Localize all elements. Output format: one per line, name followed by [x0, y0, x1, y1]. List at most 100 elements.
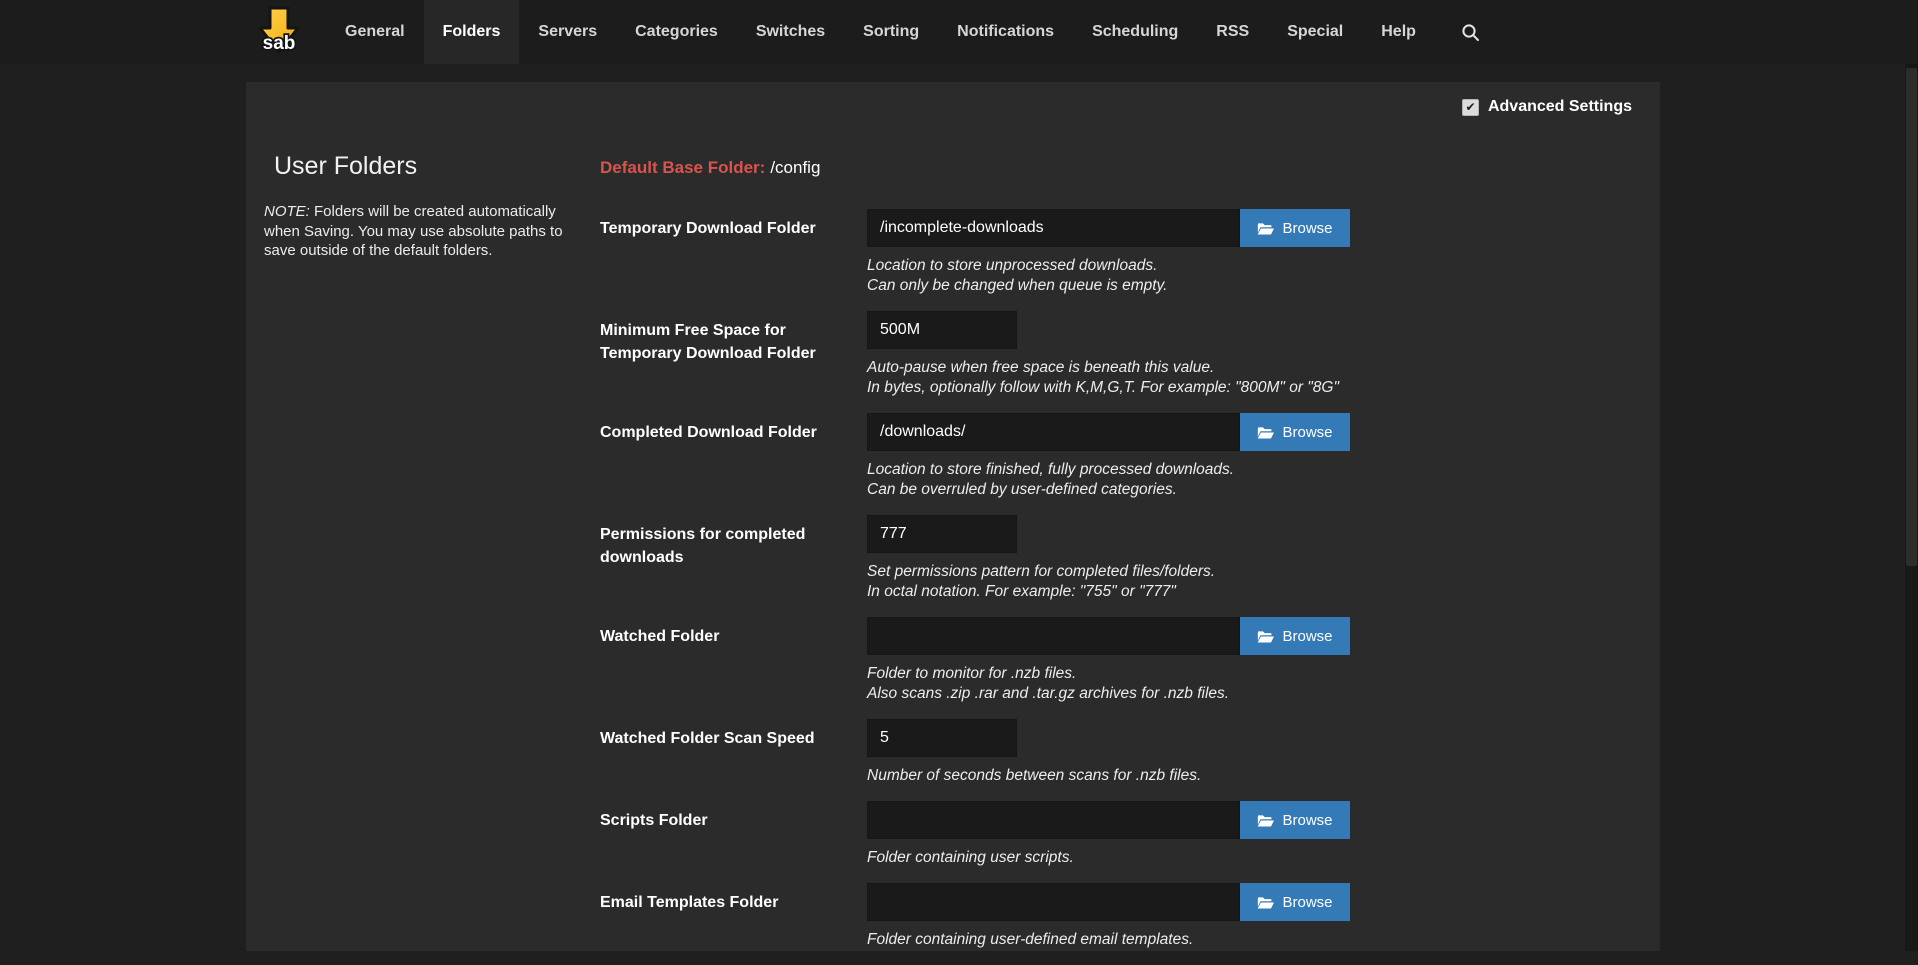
browse-button-label: Browse — [1282, 220, 1332, 237]
field-control: Browse Folder containing user scripts. — [867, 801, 1350, 868]
help-line: Folder containing user-defined email tem… — [867, 930, 1350, 950]
field-help: Auto-pause when free space is beneath th… — [867, 358, 1339, 398]
help-line: Set permissions pattern for completed fi… — [867, 562, 1215, 582]
completed-download-folder-input[interactable] — [867, 413, 1240, 451]
form-row-watched-folder: Watched Folder Browse Folder to monitor fo… — [600, 617, 1620, 704]
section-description: User Folders NOTE: Folders will be creat… — [264, 152, 582, 261]
section-note: NOTE: Folders will be created automatica… — [264, 202, 582, 261]
permissions-for-completed-downloads-input[interactable] — [867, 515, 1017, 553]
search-button[interactable] — [1451, 0, 1491, 64]
field-label: Completed Download Folder — [600, 413, 867, 500]
form-row-completed-download-folder: Completed Download Folder Browse Location … — [600, 413, 1620, 500]
help-line: Folder to monitor for .nzb files. — [867, 664, 1350, 684]
help-line: Also scans .zip .rar and .tar.gz archive… — [867, 684, 1350, 704]
field-label: Watched Folder Scan Speed — [600, 719, 867, 786]
nav-tab-switches[interactable]: Switches — [737, 0, 844, 64]
form-row-scripts-folder: Scripts Folder Browse Folder containing us… — [600, 801, 1620, 868]
help-line: Can only be changed when queue is empty. — [867, 276, 1350, 296]
advanced-settings-label: Advanced Settings — [1488, 98, 1632, 116]
field-help: Folder containing user-defined email tem… — [867, 930, 1350, 950]
browse-button-label: Browse — [1282, 628, 1332, 645]
folder-open-icon — [1257, 895, 1274, 910]
nav-tab-categories[interactable]: Categories — [616, 0, 737, 64]
default-base-folder-value: /config — [770, 158, 820, 177]
field-help: Location to store finished, fully proces… — [867, 460, 1350, 500]
field-control: Browse Location to store finished, fully … — [867, 413, 1350, 500]
field-control: Browse Folder containing user-defined ema… — [867, 883, 1350, 950]
default-base-folder-label: Default Base Folder: — [600, 158, 765, 177]
page-title: User Folders — [274, 152, 572, 180]
field-help: Folder containing user scripts. — [867, 848, 1350, 868]
field-label: Minimum Free Space for Temporary Downloa… — [600, 311, 867, 398]
advanced-settings-toggle: ✔ Advanced Settings — [1462, 98, 1632, 116]
top-navbar: sab GeneralFoldersServersCategoriesSwitc… — [0, 0, 1918, 64]
nav-tab-folders[interactable]: Folders — [424, 0, 520, 64]
field-control: Auto-pause when free space is beneath th… — [867, 311, 1339, 398]
field-help: Set permissions pattern for completed fi… — [867, 562, 1215, 602]
folders-form: Default Base Folder: /config Temporary Do… — [600, 158, 1620, 965]
temporary-download-folder-input[interactable] — [867, 209, 1240, 247]
folder-open-icon — [1257, 425, 1274, 440]
form-row-minimum-free-space-for-temporary-download-folder: Minimum Free Space for Temporary Downloa… — [600, 311, 1620, 398]
minimum-free-space-for-temporary-download-folder-input[interactable] — [867, 311, 1017, 349]
form-row-email-templates-folder: Email Templates Folder Browse Folder conta… — [600, 883, 1620, 950]
field-label: Temporary Download Folder — [600, 209, 867, 296]
field-label: Permissions for completed downloads — [600, 515, 867, 602]
default-base-folder: Default Base Folder: /config — [600, 158, 1620, 178]
browse-button[interactable]: Browse — [1240, 617, 1350, 655]
field-help: Location to store unprocessed downloads.… — [867, 256, 1350, 296]
logo-text: sab — [263, 33, 296, 54]
nav-tab-special[interactable]: Special — [1268, 0, 1362, 64]
folder-open-icon — [1257, 813, 1274, 828]
nav-tabs: GeneralFoldersServersCategoriesSwitchesS… — [326, 0, 1435, 64]
scripts-folder-input[interactable] — [867, 801, 1240, 839]
help-line: In bytes, optionally follow with K,M,G,T… — [867, 378, 1339, 398]
help-line: Folder containing user scripts. — [867, 848, 1350, 868]
note-prefix: NOTE: — [264, 203, 310, 220]
browse-button-label: Browse — [1282, 812, 1332, 829]
nav-tab-sorting[interactable]: Sorting — [844, 0, 938, 64]
browse-button[interactable]: Browse — [1240, 883, 1350, 921]
help-line: In octal notation. For example: "755" or… — [867, 582, 1215, 602]
browse-button-label: Browse — [1282, 894, 1332, 911]
nav-tab-scheduling[interactable]: Scheduling — [1073, 0, 1197, 64]
field-help: Folder to monitor for .nzb files.Also sc… — [867, 664, 1350, 704]
help-line: Can be overruled by user-defined categor… — [867, 480, 1350, 500]
app-logo[interactable]: sab — [256, 5, 302, 61]
field-control: Browse Folder to monitor for .nzb files.A… — [867, 617, 1350, 704]
field-control: Number of seconds between scans for .nzb… — [867, 719, 1201, 786]
watched-folder-scan-speed-input[interactable] — [867, 719, 1017, 757]
nav-tab-notifications[interactable]: Notifications — [938, 0, 1073, 64]
watched-folder-input[interactable] — [867, 617, 1240, 655]
field-control: Browse Location to store unprocessed down… — [867, 209, 1350, 296]
form-row-permissions-for-completed-downloads: Permissions for completed downloadsSet p… — [600, 515, 1620, 602]
nav-tab-general[interactable]: General — [326, 0, 424, 64]
browse-button[interactable]: Browse — [1240, 413, 1350, 451]
email-templates-folder-input[interactable] — [867, 883, 1240, 921]
page-scrollbar — [1905, 64, 1918, 951]
field-help: Number of seconds between scans for .nzb… — [867, 766, 1201, 786]
form-row-temporary-download-folder: Temporary Download Folder Browse Location … — [600, 209, 1620, 296]
help-line: Location to store finished, fully proces… — [867, 460, 1350, 480]
advanced-settings-checkbox[interactable]: ✔ — [1462, 99, 1479, 116]
field-label: Scripts Folder — [600, 801, 867, 868]
folder-open-icon — [1257, 221, 1274, 236]
form-row-watched-folder-scan-speed: Watched Folder Scan SpeedNumber of secon… — [600, 719, 1620, 786]
field-control: Set permissions pattern for completed fi… — [867, 515, 1215, 602]
settings-panel: ✔ Advanced Settings User Folders NOTE: F… — [246, 82, 1660, 951]
browse-button-label: Browse — [1282, 424, 1332, 441]
help-line: Auto-pause when free space is beneath th… — [867, 358, 1339, 378]
browse-button[interactable]: Browse — [1240, 801, 1350, 839]
search-icon — [1461, 23, 1480, 42]
sabnzbd-logo-icon: sab — [256, 5, 302, 61]
browse-button[interactable]: Browse — [1240, 209, 1350, 247]
nav-tab-servers[interactable]: Servers — [519, 0, 616, 64]
field-label: Watched Folder — [600, 617, 867, 704]
nav-tab-help[interactable]: Help — [1362, 0, 1435, 64]
folder-open-icon — [1257, 629, 1274, 644]
nav-tab-rss[interactable]: RSS — [1197, 0, 1268, 64]
help-line: Number of seconds between scans for .nzb… — [867, 766, 1201, 786]
field-label: Email Templates Folder — [600, 883, 867, 950]
help-line: Location to store unprocessed downloads. — [867, 256, 1350, 276]
scrollbar-thumb[interactable] — [1906, 68, 1917, 566]
